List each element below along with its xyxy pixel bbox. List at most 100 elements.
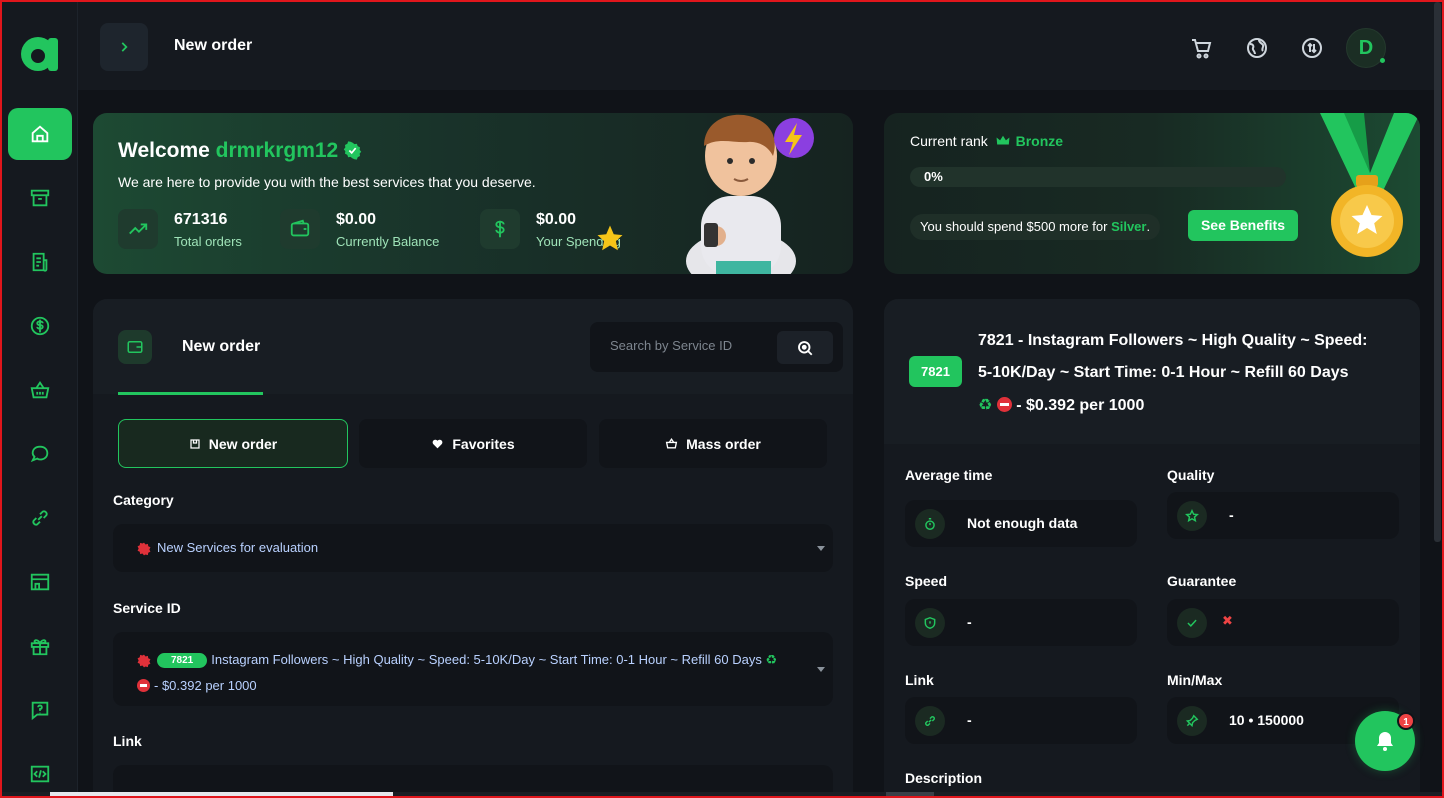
- code-icon: [30, 765, 50, 783]
- sidebar-item-orders[interactable]: [8, 172, 72, 224]
- chevron-right-icon: [121, 42, 128, 52]
- guarantee-box: ✖: [1167, 599, 1399, 646]
- recycle-icon: ♻: [765, 653, 778, 668]
- star-decoration-icon: [597, 225, 623, 251]
- see-benefits-button[interactable]: See Benefits: [1188, 210, 1298, 241]
- star-outline-icon: [1177, 501, 1207, 531]
- sidebar-item-gifts[interactable]: [8, 620, 72, 672]
- recycle-icon: ♻: [978, 395, 993, 414]
- medal-icon: [1320, 113, 1420, 257]
- speed-box: -: [905, 599, 1137, 646]
- guarantee-label: Guarantee: [1167, 573, 1237, 589]
- crown-icon: [996, 135, 1010, 145]
- service-select[interactable]: 7821 Instagram Followers ~ High Quality ~…: [113, 632, 833, 706]
- cart-small-icon: [190, 438, 200, 449]
- stat-total-orders-label: Total orders: [174, 234, 242, 249]
- active-tab-indicator: [118, 392, 263, 395]
- link-info-label: Link: [905, 672, 934, 688]
- currency-exchange-icon[interactable]: [1299, 35, 1325, 61]
- search-input[interactable]: [610, 338, 770, 353]
- sidebar-item-faq[interactable]: [8, 684, 72, 736]
- verified-badge-icon: [343, 141, 362, 160]
- link-small-icon: [915, 706, 945, 736]
- rank-title: Current rank Bronze: [910, 133, 1064, 149]
- order-tab-title[interactable]: New order: [182, 338, 260, 356]
- guarantee-value: ✖: [1222, 614, 1233, 629]
- category-value: New Services for evaluation: [157, 540, 319, 555]
- service-search: [590, 322, 843, 372]
- trending-up-icon: [118, 209, 158, 249]
- stat-balance-value: $0.00: [336, 211, 377, 228]
- wallet-tab-icon: [118, 330, 152, 364]
- welcome-card: Welcome drmrkrgm12 We are here to provid…: [93, 113, 853, 274]
- speed-label: Speed: [905, 573, 948, 589]
- horizontal-scroll-thumb[interactable]: [50, 792, 393, 796]
- sidebar-item-home[interactable]: [8, 108, 72, 160]
- link-info-box: -: [905, 697, 1137, 744]
- document-icon: [32, 252, 48, 272]
- link-label: Link: [113, 733, 142, 749]
- globe-icon[interactable]: [1244, 35, 1270, 61]
- page-title: New order: [174, 37, 253, 54]
- quality-label: Quality: [1167, 467, 1215, 483]
- link-icon: [32, 510, 48, 526]
- rank-tier: Bronze: [1015, 133, 1064, 149]
- category-label: Category: [113, 492, 174, 508]
- sidebar-item-api[interactable]: [8, 748, 72, 798]
- basket-small-icon: [665, 437, 678, 449]
- quality-box: -: [1167, 492, 1399, 539]
- pin-icon: [1177, 706, 1207, 736]
- sidebar-item-shop[interactable]: [8, 364, 72, 416]
- storefront-icon: [30, 573, 50, 591]
- username: drmrkrgm12: [215, 139, 339, 162]
- home-icon: [31, 125, 49, 143]
- service-details-panel: 7821 7821 - Instagram Followers ~ High Q…: [884, 299, 1420, 798]
- sidebar-item-affiliates[interactable]: [8, 492, 72, 544]
- rank-progress-bar: 0%: [910, 167, 1286, 187]
- service-id-label: Service ID: [113, 600, 181, 616]
- search-button[interactable]: [777, 331, 833, 364]
- average-time-label: Average time: [905, 467, 993, 483]
- archive-icon: [30, 189, 50, 207]
- service-id-badge: 7821: [909, 356, 962, 387]
- sidebar-item-tickets[interactable]: [8, 428, 72, 480]
- bell-icon: [1377, 732, 1393, 751]
- average-time-box: Not enough data: [905, 500, 1137, 547]
- sidebar: [2, 2, 78, 796]
- dollar-sign-icon: [480, 209, 520, 249]
- sidebar-item-funds[interactable]: [8, 300, 72, 352]
- spend-message: You should spend $500 more for Silver.: [910, 214, 1161, 240]
- app-logo[interactable]: [18, 30, 62, 74]
- stat-balance-label: Currently Balance: [336, 234, 440, 249]
- service-id-pill: 7821: [157, 653, 208, 669]
- notification-count-badge: 1: [1397, 712, 1415, 730]
- service-title: 7821 - Instagram Followers ~ High Qualit…: [978, 332, 1368, 414]
- description-label: Description: [905, 770, 983, 786]
- sidebar-item-services[interactable]: [8, 236, 72, 288]
- tab-new-order[interactable]: New order: [118, 419, 348, 468]
- gift-icon: [30, 639, 50, 656]
- minmax-label: Min/Max: [1167, 672, 1223, 688]
- new-badge-icon: [137, 542, 151, 555]
- no-entry-icon: [996, 397, 1012, 412]
- service-price: - $0.392 per 1000: [154, 678, 257, 693]
- chevron-down-icon: [817, 667, 825, 672]
- category-select[interactable]: New Services for evaluation: [113, 524, 833, 572]
- shield-icon: [915, 608, 945, 638]
- tab-mass-order[interactable]: Mass order: [599, 419, 827, 468]
- stat-spending-value: $0.00: [536, 211, 577, 228]
- horizontal-scroll-thumb-secondary: [886, 792, 934, 796]
- cart-icon[interactable]: [1188, 35, 1214, 61]
- rank-card: Current rank Bronze 0% You should spend …: [884, 113, 1420, 274]
- rank-progress-text: 0%: [924, 169, 943, 184]
- tab-favorites[interactable]: Favorites: [359, 419, 587, 468]
- search-icon: [798, 340, 813, 355]
- lightning-icon: [774, 118, 814, 158]
- dollar-icon: [30, 316, 50, 336]
- online-indicator: [1380, 58, 1385, 63]
- vertical-scrollbar[interactable]: [1434, 2, 1441, 542]
- check-icon: [1177, 608, 1207, 638]
- sidebar-toggle-button[interactable]: [100, 23, 148, 71]
- stopwatch-icon: [915, 509, 945, 539]
- sidebar-item-store[interactable]: [8, 556, 72, 608]
